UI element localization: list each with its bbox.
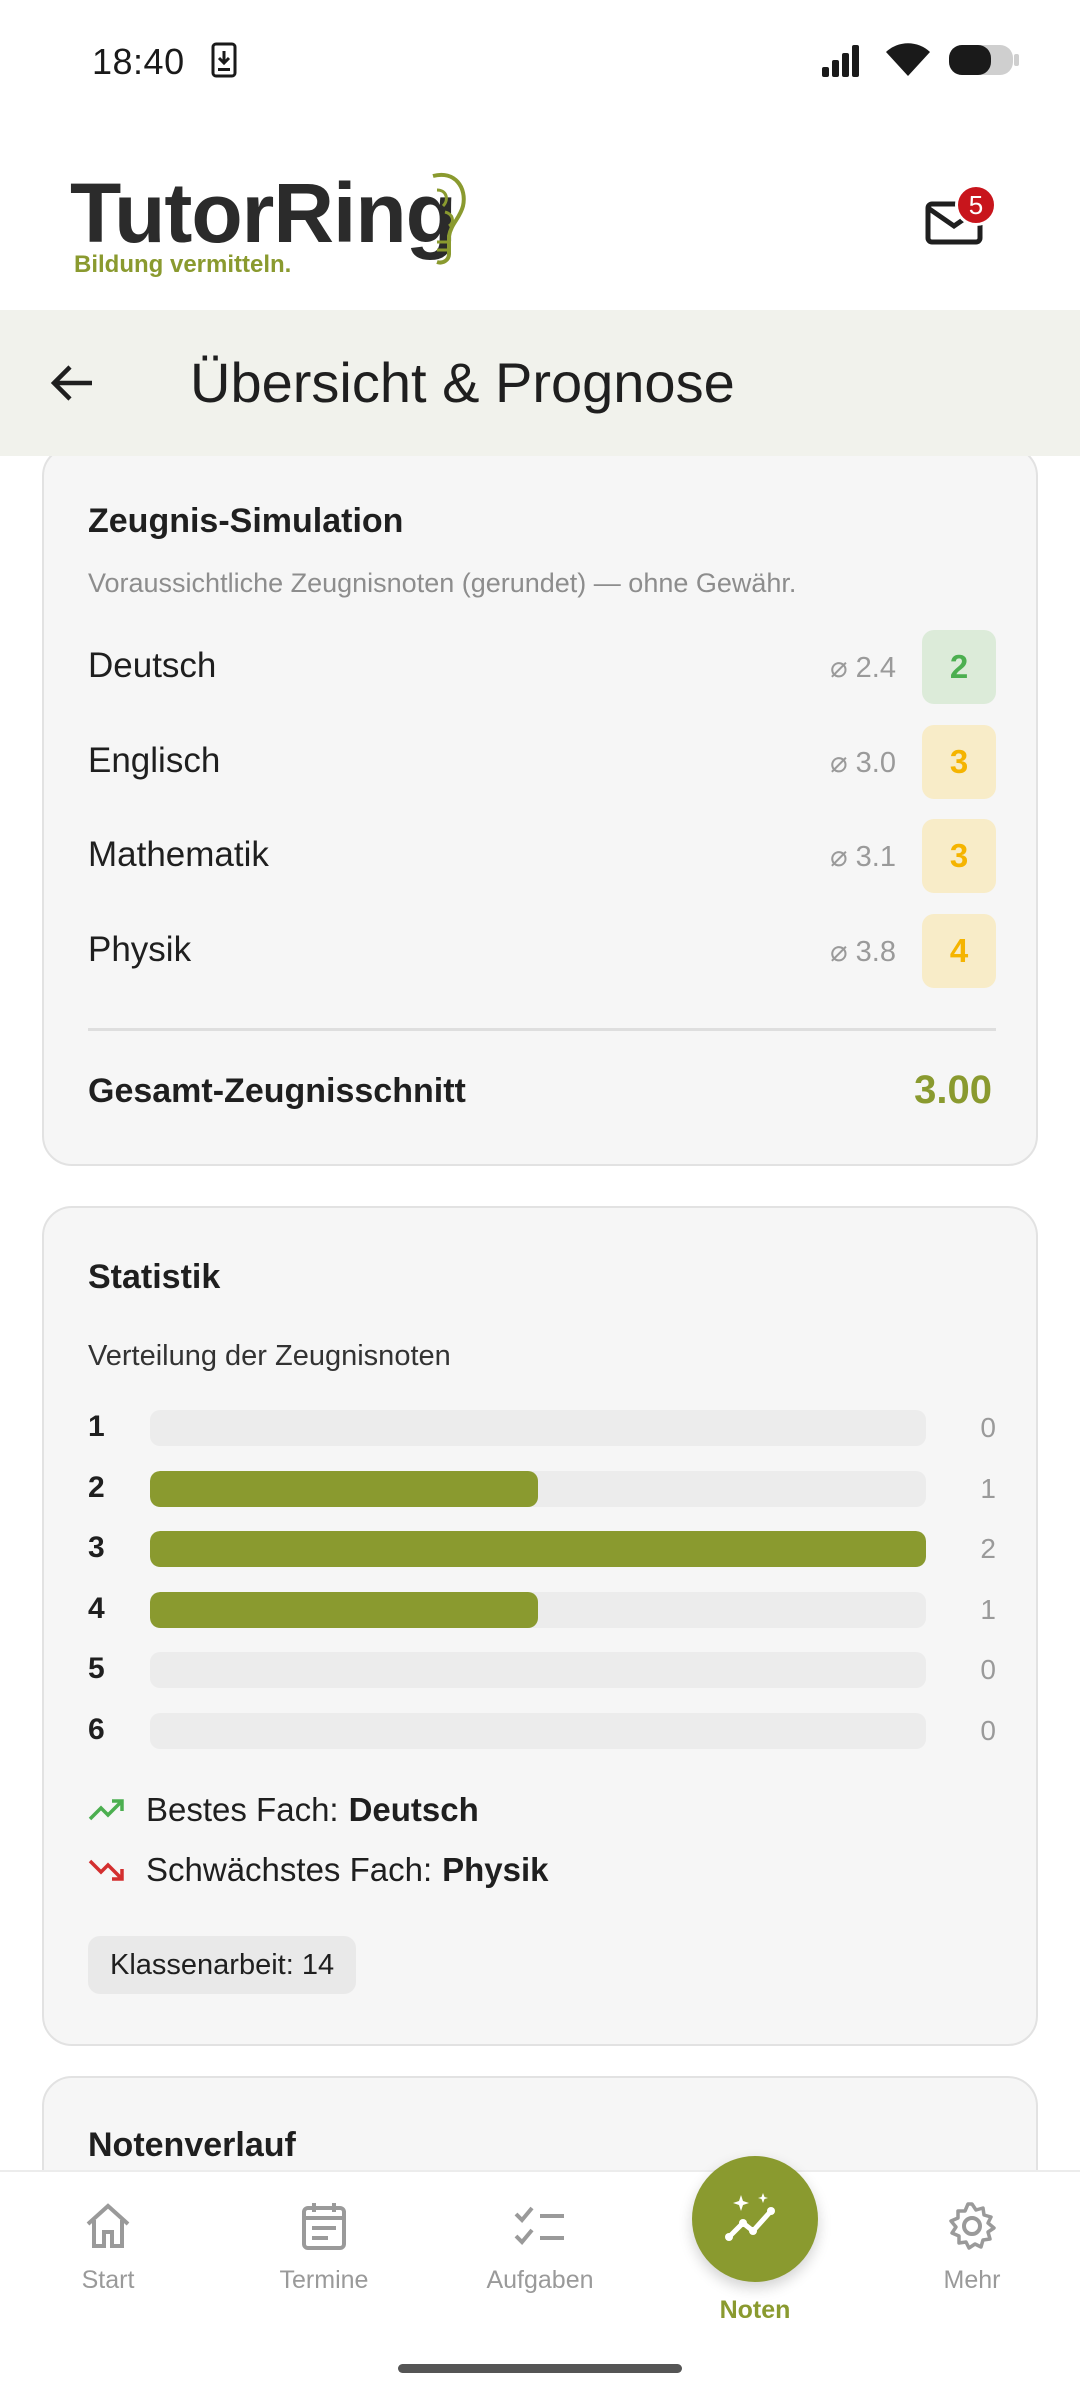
subject-row: Deutsch ⌀ 2.4 2 — [88, 630, 996, 704]
nav-label: Aufgaben — [486, 2266, 594, 2294]
distribution-count: 1 — [980, 1472, 996, 1504]
distribution-bar-track — [150, 1652, 926, 1688]
best-subject-label: Bestes Fach: — [146, 1791, 339, 1828]
grade-badge: 4 — [922, 914, 996, 988]
worst-subject: Schwächstes Fach: Physik — [88, 1848, 549, 1892]
checklist-icon — [514, 2206, 564, 2245]
page-title: Übersicht & Prognose — [190, 351, 735, 414]
subject-row: Englisch ⌀ 3.0 3 — [88, 725, 996, 799]
distribution-count: 1 — [980, 1593, 996, 1625]
worst-subject-value: Physik — [442, 1851, 549, 1888]
best-subject-value: Deutsch — [348, 1791, 479, 1828]
subject-name: Englisch — [88, 741, 221, 780]
simulation-card: Zeugnis-Simulation Voraussichtliche Zeug… — [42, 456, 1038, 1166]
nav-item-mehr[interactable]: Mehr — [882, 2200, 1062, 2320]
distribution-row: 60 — [88, 1711, 996, 1751]
status-bar: 18:40 — [0, 0, 1080, 124]
simulation-title: Zeugnis-Simulation — [88, 502, 404, 540]
subject-average: ⌀ 3.1 — [830, 841, 896, 873]
best-subject: Bestes Fach: Deutsch — [88, 1788, 479, 1832]
distribution-grade: 3 — [88, 1531, 105, 1564]
calendar-icon — [302, 2203, 346, 2250]
subject-name: Physik — [88, 930, 192, 969]
distribution-bar-track — [150, 1712, 926, 1749]
distribution-bar-track — [150, 1470, 926, 1507]
distribution-bar-track — [150, 1591, 926, 1628]
subject-average: ⌀ 3.8 — [830, 936, 896, 968]
distribution-bar — [150, 1470, 538, 1507]
mail-badge: 5 — [955, 184, 997, 226]
distribution-grade: 1 — [88, 1410, 105, 1443]
trend-sparkle-icon — [725, 2193, 775, 2241]
content-scroll[interactable]: Zeugnis-Simulation Voraussichtliche Zeug… — [0, 456, 1080, 2170]
arrow-left-icon — [50, 365, 92, 401]
distribution-row: 41 — [88, 1590, 996, 1630]
simulation-subtitle: Voraussichtliche Zeugnisnoten (gerundet)… — [88, 568, 797, 598]
subject-row: Mathematik ⌀ 3.1 3 — [88, 819, 996, 893]
statistics-title: Statistik — [88, 1258, 221, 1296]
distribution-grade: 5 — [88, 1652, 105, 1685]
back-button[interactable] — [44, 355, 100, 411]
subject-row: Physik ⌀ 3.8 4 — [88, 914, 996, 988]
gear-icon — [949, 2202, 996, 2250]
total-average-value: 3.00 — [914, 1068, 992, 1112]
subject-name: Deutsch — [88, 646, 217, 685]
distribution-grade: 4 — [88, 1591, 105, 1625]
nav-label: Termine — [279, 2266, 369, 2294]
subject-average: ⌀ 3.0 — [830, 747, 896, 779]
grade-badge: 3 — [922, 819, 996, 893]
distribution-grade: 6 — [88, 1712, 105, 1746]
app-header: TutorRing Bildung vermitteln. 5 — [0, 124, 1080, 310]
home-indicator[interactable] — [398, 2364, 682, 2373]
exam-count-chip[interactable]: Klassenarbeit: 14 — [88, 1936, 357, 1994]
distribution-bar-track — [150, 1531, 926, 1567]
nav-item-termine[interactable]: Termine — [234, 2200, 414, 2320]
distribution-count: 0 — [980, 1412, 996, 1443]
distribution-row: 50 — [88, 1650, 996, 1690]
distribution-label: Verteilung der Zeugnisnoten — [88, 1340, 451, 1372]
worst-subject-label: Schwächstes Fach: — [146, 1851, 433, 1888]
distribution-grade: 2 — [88, 1470, 105, 1504]
distribution-count: 0 — [980, 1654, 996, 1685]
logo-subtitle: Bildung vermitteln. — [74, 251, 292, 278]
nav-item-noten[interactable] — [692, 2156, 818, 2282]
grade-badge: 3 — [922, 725, 996, 799]
distribution-row: 32 — [88, 1529, 996, 1569]
wifi-icon — [886, 42, 930, 82]
status-time: 18:40 — [92, 41, 185, 82]
nav-item-aufgaben[interactable]: Aufgaben — [450, 2200, 630, 2320]
subject-average: ⌀ 2.4 — [830, 652, 896, 684]
grade-badge: 2 — [922, 630, 996, 704]
subject-name: Mathematik — [88, 835, 269, 874]
distribution-bar-track — [150, 1410, 926, 1446]
distribution-bar — [150, 1531, 926, 1567]
distribution-bar — [150, 1591, 538, 1628]
title-bar: Übersicht & Prognose — [0, 310, 1080, 456]
download-icon — [211, 42, 237, 83]
lightbulb-icon — [425, 168, 469, 277]
distribution-count: 2 — [980, 1533, 996, 1564]
battery-icon — [948, 43, 1020, 82]
statistics-card: Statistik Verteilung der Zeugnisnoten 10… — [42, 1206, 1038, 2046]
grade-trend-card: Notenverlauf — [42, 2076, 1038, 2170]
nav-item-start[interactable]: Start — [18, 2200, 198, 2320]
nav-label: Mehr — [943, 2266, 1001, 2294]
divider — [88, 1028, 996, 1031]
distribution-row: 10 — [88, 1408, 996, 1448]
app-logo: TutorRing Bildung vermitteln. — [70, 168, 490, 278]
logo-title: TutorRing — [70, 166, 457, 260]
nav-label: Start — [81, 2266, 135, 2294]
total-average-label: Gesamt-Zeugnisschnitt — [88, 1072, 466, 1110]
signal-icon — [822, 43, 868, 82]
home-icon — [86, 2203, 130, 2248]
nav-label-active: Noten — [719, 2296, 791, 2324]
trending-up-icon — [88, 1799, 124, 1821]
trending-down-icon — [88, 1859, 124, 1881]
distribution-row: 21 — [88, 1469, 996, 1509]
grade-trend-title: Notenverlauf — [88, 2126, 296, 2164]
distribution-count: 0 — [980, 1714, 996, 1746]
